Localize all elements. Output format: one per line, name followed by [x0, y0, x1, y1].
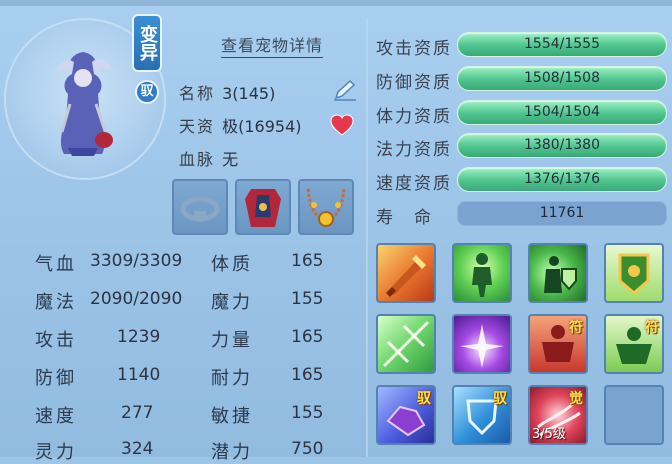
shield-warrior-icon [544, 256, 577, 293]
aptitude-stamina-value: 1504/1504 [524, 104, 600, 120]
attr-potential-value: 750 [291, 439, 324, 459]
view-pet-details-link[interactable]: 查看宠物详情 [221, 32, 324, 58]
column-divider [366, 18, 368, 457]
stat-spirit-label: 灵力 [35, 442, 77, 463]
stat-speed-value: 277 [121, 403, 154, 423]
aptitude-stamina-bar: 1504/1504 [457, 100, 667, 125]
blood-value: 无 [222, 150, 239, 169]
skill-slot-5[interactable] [376, 314, 436, 374]
aptitude-mana-bar: 1380/1380 [457, 133, 667, 158]
stat-spirit-value: 324 [121, 439, 154, 459]
attr-magic-label: 魔力 [211, 292, 253, 313]
attr-agility-value: 155 [291, 403, 324, 423]
rename-pencil-icon[interactable] [332, 78, 358, 102]
stat-speed-label: 速度 [35, 406, 77, 427]
aptitude-speed-bar: 1376/1376 [457, 167, 667, 192]
aptitude-defense-label: 防御资质 [376, 73, 452, 93]
skill-tag: 符 [645, 320, 659, 336]
aptitude-defense-bar: 1508/1508 [457, 66, 667, 91]
name-value: 3(145) [222, 84, 276, 103]
favorite-heart-icon[interactable] [330, 114, 354, 136]
aptitude-stamina-label: 体力资质 [376, 107, 452, 127]
stat-mp-value: 2090/2090 [90, 289, 183, 309]
attr-agility-label: 敏捷 [211, 406, 253, 427]
aptitude-mana-value: 1380/1380 [524, 137, 600, 153]
variant-badge: 变异 [132, 14, 162, 72]
aptitude-mana-label: 法力资质 [376, 140, 452, 160]
skill-tag: 符 [569, 320, 583, 336]
attr-strength-value: 165 [291, 327, 324, 347]
skill-slot-8[interactable]: 符 [604, 314, 664, 374]
aptitude-attack-label: 攻击资质 [376, 39, 452, 59]
talent-value: 极(16954) [222, 117, 302, 136]
skill-tag: 觉 [569, 391, 583, 407]
stat-defense-value: 1140 [117, 365, 161, 385]
skill-slot-2[interactable] [452, 243, 512, 303]
yu-badge: 驭 [135, 80, 159, 104]
armor-icon [245, 189, 281, 227]
necklace-icon [306, 188, 346, 227]
green-figure-icon [472, 253, 492, 297]
name-label: 名称 [179, 84, 216, 103]
purple-burst-icon [460, 324, 504, 368]
skill-slot-3[interactable] [528, 243, 588, 303]
attr-endurance-value: 165 [291, 365, 324, 385]
equip-slot-collar[interactable] [172, 179, 228, 235]
attr-potential-label: 潜力 [211, 442, 253, 463]
collar-icon [180, 196, 220, 222]
guard-banner-icon [618, 253, 650, 295]
skill-tag: 驭 [493, 391, 507, 407]
attr-endurance-label: 耐力 [211, 368, 253, 389]
flame-sword-icon [386, 255, 426, 297]
attr-constitution-label: 体质 [211, 254, 253, 275]
skill-slot-12[interactable] [604, 385, 664, 445]
stat-defense-label: 防御 [35, 368, 77, 389]
blood-label: 血脉 [179, 150, 216, 169]
blood-row: 血脉 无 [179, 146, 238, 170]
stat-mp-label: 魔法 [35, 292, 77, 313]
skill-slot-7[interactable]: 符 [528, 314, 588, 374]
aptitude-speed-value: 1376/1376 [524, 171, 600, 187]
stat-attack-value: 1239 [117, 327, 161, 347]
equip-slot-necklace[interactable] [298, 179, 354, 235]
life-label: 寿 命 [376, 208, 433, 228]
aptitude-defense-value: 1508/1508 [524, 70, 600, 86]
skill-slot-6[interactable] [452, 314, 512, 374]
attr-magic-value: 155 [291, 289, 324, 309]
attr-constitution-value: 165 [291, 251, 324, 271]
stat-attack-label: 攻击 [35, 330, 77, 351]
equip-slot-armor[interactable] [235, 179, 291, 235]
pet-figure-icon [56, 52, 113, 156]
skill-slot-4[interactable] [604, 243, 664, 303]
stat-hp-label: 气血 [35, 254, 77, 275]
stat-hp-value: 3309/3309 [90, 251, 183, 271]
pet-panel: 变异 驭 查看宠物详情 名称 3(145) 天资 极(16954) 血脉 无 气… [0, 0, 672, 463]
skill-level: 3/5级 [532, 427, 566, 442]
aptitude-attack-bar: 1554/1555 [457, 32, 667, 57]
green-burst-icon [382, 320, 430, 368]
life-value: 11761 [457, 201, 667, 226]
talent-label: 天资 [179, 117, 216, 136]
aptitude-attack-value: 1554/1555 [524, 36, 600, 52]
name-row: 名称 3(145) [179, 80, 275, 104]
aptitude-speed-label: 速度资质 [376, 174, 452, 194]
top-strip [0, 0, 672, 6]
talent-row: 天资 极(16954) [179, 113, 302, 137]
skill-slot-1[interactable] [376, 243, 436, 303]
skill-tag: 驭 [417, 391, 431, 407]
skill-slot-10[interactable]: 驭 [452, 385, 512, 445]
skill-slot-11[interactable]: 觉 3/5级 [528, 385, 588, 445]
attr-strength-label: 力量 [211, 330, 253, 351]
skill-slot-9[interactable]: 驭 [376, 385, 436, 445]
